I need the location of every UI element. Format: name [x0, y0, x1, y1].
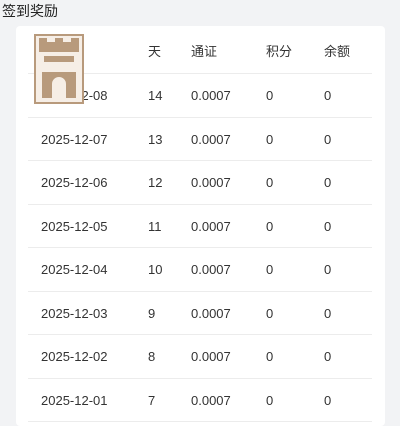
cell-balance: 0	[324, 349, 332, 364]
cell-date: 2025-12-02	[41, 349, 108, 364]
cell-points: 0	[266, 175, 274, 190]
table-row: 2025-12-03 9 0.0007 0 0	[28, 292, 372, 335]
section-title: 签到奖励	[0, 0, 400, 26]
cell-day: 7	[148, 392, 156, 408]
cell-balance: 0	[324, 88, 332, 103]
table-row: 2025-12-07 13 0.0007 0 0	[28, 118, 372, 161]
cell-coin: 0.0007	[191, 392, 231, 408]
cell-day: 9	[148, 305, 156, 321]
cell-day: 14	[148, 88, 163, 103]
cell-balance: 0	[324, 218, 332, 234]
cell-balance: 0	[324, 175, 332, 190]
header-points: 积分	[266, 44, 293, 59]
cell-balance: 0	[324, 131, 332, 147]
cell-points: 0	[266, 305, 274, 321]
cell-coin: 0.0007	[191, 305, 231, 321]
cell-points: 0	[266, 218, 274, 234]
header-coin: 通证	[191, 44, 218, 59]
cell-points: 0	[266, 349, 274, 364]
cell-day: 8	[148, 349, 156, 364]
header-day: 天	[148, 44, 162, 59]
cell-day: 13	[148, 131, 163, 147]
cell-coin: 0.0007	[191, 88, 231, 103]
cell-day: 10	[148, 262, 163, 277]
table-row: 2025-12-01 7 0.0007 0 0	[28, 379, 372, 422]
cell-balance: 0	[324, 262, 332, 277]
cell-date: 2025-12-04	[41, 262, 108, 277]
cell-date: 2025-12-07	[41, 131, 108, 147]
cell-coin: 0.0007	[191, 131, 231, 147]
cell-date: 2025-12-03	[41, 305, 108, 321]
cell-coin: 0.0007	[191, 175, 231, 190]
cell-day: 11	[148, 218, 162, 234]
cell-coin: 0.0007	[191, 349, 231, 364]
cell-points: 0	[266, 392, 274, 408]
table-row: 2025-12-05 11 0.0007 0 0	[28, 205, 372, 248]
cell-coin: 0.0007	[191, 218, 231, 234]
cell-balance: 0	[324, 392, 332, 408]
cell-coin: 0.0007	[191, 262, 231, 277]
castle-gate-icon	[34, 34, 84, 104]
cell-date: 2025-12-06	[41, 175, 108, 190]
cell-day: 12	[148, 175, 163, 190]
cell-points: 0	[266, 131, 274, 147]
cell-points: 0	[266, 262, 274, 277]
table-row: 2025-12-02 8 0.0007 0 0	[28, 335, 372, 379]
header-balance: 余额	[324, 44, 351, 59]
cell-points: 0	[266, 88, 274, 103]
table-row: 2025-12-04 10 0.0007 0 0	[28, 248, 372, 292]
cell-balance: 0	[324, 305, 332, 321]
cell-date: 2025-12-01	[41, 392, 108, 408]
cell-date: 2025-12-05	[41, 218, 108, 234]
table-row: 2025-12-06 12 0.0007 0 0	[28, 161, 372, 205]
